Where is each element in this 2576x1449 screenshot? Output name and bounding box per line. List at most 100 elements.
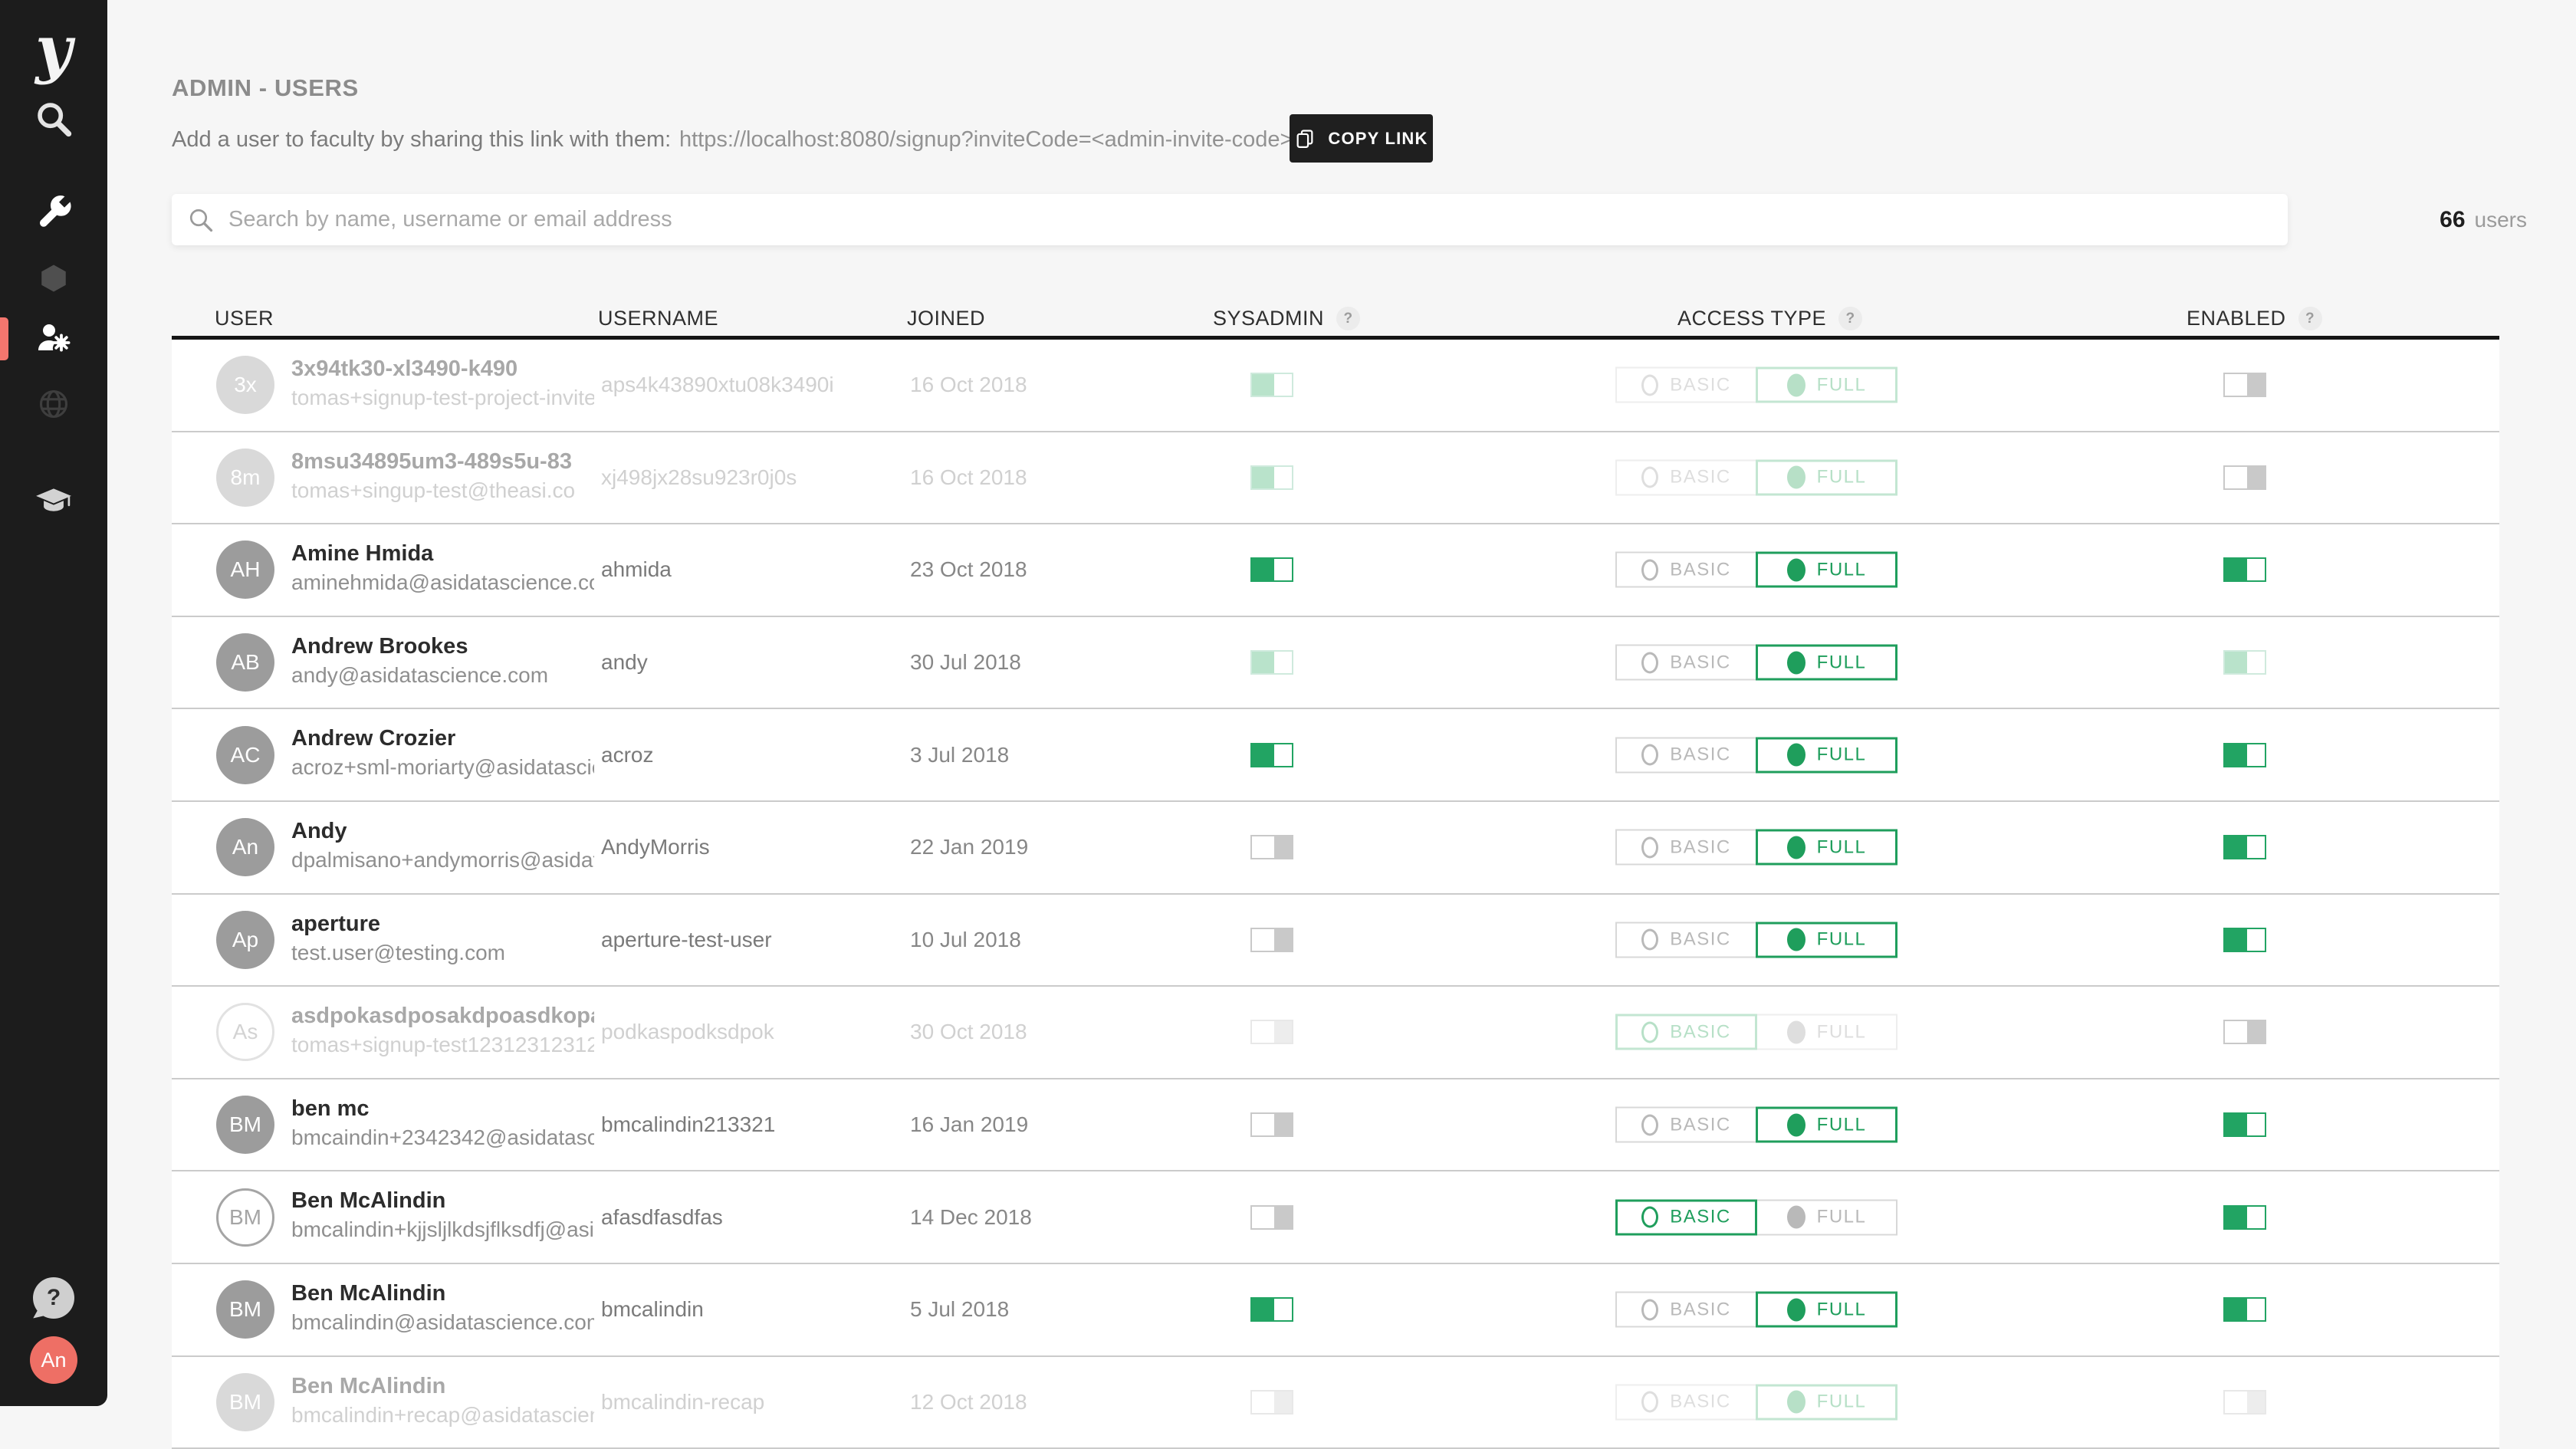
user-identity: Ben McAlindin bmcalindin+recap@asidatasc… xyxy=(291,1372,598,1430)
access-full-button[interactable]: FULL xyxy=(1756,830,1898,866)
sysadmin-toggle[interactable] xyxy=(1250,1390,1293,1414)
enabled-toggle[interactable] xyxy=(2223,650,2266,675)
username-cell: andy xyxy=(601,650,648,675)
access-type-control: BASIC FULL xyxy=(1615,552,1898,588)
enabled-help-icon[interactable]: ? xyxy=(2298,307,2322,330)
sysadmin-toggle[interactable] xyxy=(1250,557,1293,582)
access-full-button[interactable]: FULL xyxy=(1756,922,1898,958)
enabled-toggle[interactable] xyxy=(2223,1390,2266,1414)
radio-dot-icon xyxy=(1787,1206,1806,1229)
access-basic-label: BASIC xyxy=(1670,929,1731,951)
access-basic-button[interactable]: BASIC xyxy=(1615,459,1757,495)
enabled-toggle[interactable] xyxy=(2223,1020,2266,1044)
joined-cell: 16 Oct 2018 xyxy=(910,465,1027,490)
current-user-avatar[interactable]: An xyxy=(30,1336,77,1384)
hexagon-icon[interactable] xyxy=(38,262,70,294)
avatar: BM xyxy=(216,1280,274,1339)
table-row: BM Ben McAlindin bmcalindin@asidatascien… xyxy=(172,1264,2499,1357)
user-identity: Andy dpalmisano+andymorris@asidat… xyxy=(291,816,598,875)
access-basic-button[interactable]: BASIC xyxy=(1615,367,1757,403)
access-basic-button[interactable]: BASIC xyxy=(1615,1014,1757,1050)
radio-dot-icon xyxy=(1787,1020,1806,1043)
access-full-button[interactable]: FULL xyxy=(1756,459,1898,495)
search-input[interactable] xyxy=(227,206,2272,233)
admin-users-page: { "sidebar": { "logo": "y", "items": [ {… xyxy=(0,0,2576,1406)
user-email: tomas+signup-test-project-invite… xyxy=(291,383,594,412)
sysadmin-toggle[interactable] xyxy=(1250,743,1293,767)
joined-cell: 10 Jul 2018 xyxy=(910,928,1021,952)
access-basic-button[interactable]: BASIC xyxy=(1615,830,1757,866)
search-bar xyxy=(172,194,2288,245)
user-name: asdpokasdposakdpoasdkopask xyxy=(291,1001,594,1030)
enabled-toggle[interactable] xyxy=(2223,1297,2266,1322)
sysadmin-toggle[interactable] xyxy=(1250,1205,1293,1230)
sysadmin-toggle[interactable] xyxy=(1250,1020,1293,1044)
sysadmin-toggle[interactable] xyxy=(1250,373,1293,397)
sysadmin-toggle[interactable] xyxy=(1250,1112,1293,1137)
help-button[interactable]: ? xyxy=(33,1277,74,1319)
avatar: AB xyxy=(216,633,274,692)
user-count: 66 users xyxy=(2440,194,2527,245)
graduation-cap-icon[interactable] xyxy=(34,482,73,521)
sysadmin-toggle[interactable] xyxy=(1250,1297,1293,1322)
enabled-toggle[interactable] xyxy=(2223,557,2266,582)
access-full-button[interactable]: FULL xyxy=(1756,1292,1898,1328)
access-full-button[interactable]: FULL xyxy=(1756,1199,1898,1235)
sysadmin-toggle[interactable] xyxy=(1250,928,1293,952)
avatar: As xyxy=(216,1003,274,1061)
sysadmin-help-icon[interactable]: ? xyxy=(1336,307,1360,330)
sidebar: y xyxy=(0,0,107,1406)
wrench-icon[interactable] xyxy=(35,194,72,231)
enabled-toggle[interactable] xyxy=(2223,1205,2266,1230)
column-access-type: ACCESS TYPE ? xyxy=(1677,307,1862,330)
access-basic-button[interactable]: BASIC xyxy=(1615,645,1757,681)
user-email: bmcalindin@asidatascience.com xyxy=(291,1308,594,1337)
table-row: BM ben mc bmcaindin+2342342@asidatasci… … xyxy=(172,1079,2499,1172)
enabled-toggle[interactable] xyxy=(2223,835,2266,859)
access-full-button[interactable]: FULL xyxy=(1756,737,1898,773)
username-cell: ahmida xyxy=(601,557,672,582)
access-basic-button[interactable]: BASIC xyxy=(1615,1384,1757,1420)
enabled-toggle[interactable] xyxy=(2223,373,2266,397)
access-basic-button[interactable]: BASIC xyxy=(1615,1107,1757,1143)
copy-link-button[interactable]: COPY LINK xyxy=(1290,114,1433,163)
user-gear-icon[interactable] xyxy=(35,320,72,356)
user-name: 8msu34895um3-489s5u-83 xyxy=(291,447,594,476)
search-icon[interactable] xyxy=(34,99,74,139)
user-email: aminehmida@asidatascience.com xyxy=(291,568,594,597)
access-full-button[interactable]: FULL xyxy=(1756,1107,1898,1143)
username-cell: bmcalindin-recap xyxy=(601,1390,764,1414)
access-basic-button[interactable]: BASIC xyxy=(1615,552,1757,588)
joined-cell: 30 Oct 2018 xyxy=(910,1020,1027,1044)
enabled-toggle[interactable] xyxy=(2223,743,2266,767)
sysadmin-toggle[interactable] xyxy=(1250,835,1293,859)
access-full-button[interactable]: FULL xyxy=(1756,645,1898,681)
enabled-toggle[interactable] xyxy=(2223,465,2266,490)
access-basic-button[interactable]: BASIC xyxy=(1615,1199,1757,1235)
active-nav-indicator xyxy=(0,317,8,360)
sysadmin-toggle[interactable] xyxy=(1250,650,1293,675)
user-email: acroz+sml-moriarty@asidatascie… xyxy=(291,753,594,782)
avatar: BM xyxy=(216,1373,274,1431)
access-full-label: FULL xyxy=(1817,836,1867,858)
access-basic-label: BASIC xyxy=(1670,836,1731,858)
joined-cell: 16 Jan 2019 xyxy=(910,1112,1028,1137)
enabled-toggle[interactable] xyxy=(2223,1112,2266,1137)
column-enabled: ENABLED ? xyxy=(2187,307,2322,330)
enabled-toggle[interactable] xyxy=(2223,928,2266,952)
access-basic-button[interactable]: BASIC xyxy=(1615,737,1757,773)
sysadmin-toggle[interactable] xyxy=(1250,465,1293,490)
access-full-button[interactable]: FULL xyxy=(1756,1014,1898,1050)
app-logo[interactable]: y xyxy=(35,18,72,80)
table-row: BM Ben McAlindin bmcalindin+recap@asidat… xyxy=(172,1357,2499,1449)
globe-icon[interactable] xyxy=(37,387,71,421)
access-basic-button[interactable]: BASIC xyxy=(1615,1292,1757,1328)
access-full-button[interactable]: FULL xyxy=(1756,1384,1898,1420)
access-full-button[interactable]: FULL xyxy=(1756,367,1898,403)
access-type-help-icon[interactable]: ? xyxy=(1838,307,1862,330)
access-full-button[interactable]: FULL xyxy=(1756,552,1898,588)
user-email: bmcalindin+recap@asidatascien… xyxy=(291,1401,594,1430)
avatar-initials: BM xyxy=(229,1205,261,1230)
access-full-label: FULL xyxy=(1817,559,1867,580)
access-basic-button[interactable]: BASIC xyxy=(1615,922,1757,958)
